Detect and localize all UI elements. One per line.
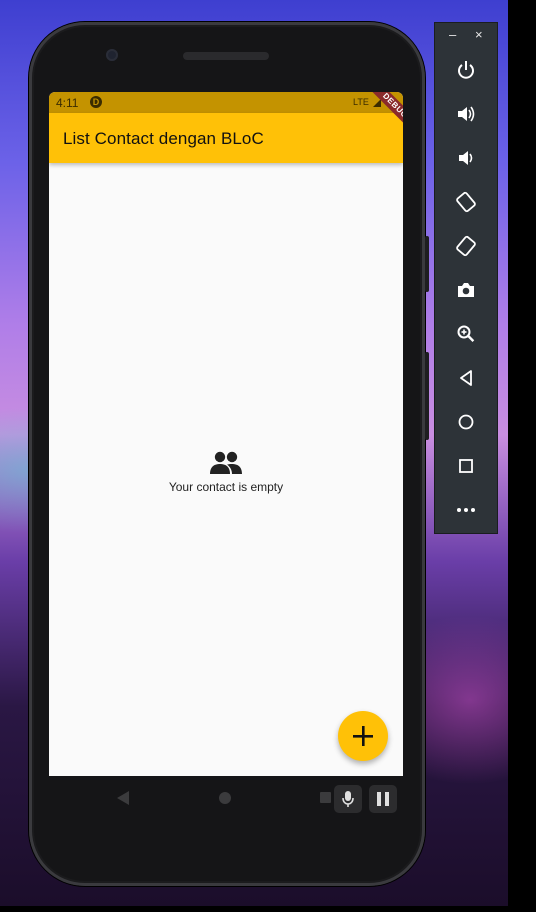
app-bar: List Contact dengan BLoC — [49, 113, 403, 163]
rotate-left-icon — [456, 191, 476, 213]
screenshot-button[interactable] — [451, 275, 481, 305]
side-button-volume — [425, 352, 429, 440]
camera-icon — [458, 283, 474, 297]
page-title: List Contact dengan BLoC — [63, 129, 264, 148]
rotate-right-button[interactable] — [451, 231, 481, 261]
empty-state-text: Your contact is empty — [168, 480, 284, 494]
rotate-left-button[interactable] — [451, 187, 481, 217]
people-icon — [210, 451, 242, 474]
overview-icon — [459, 459, 473, 473]
home-icon[interactable] — [219, 792, 231, 804]
back-icon[interactable] — [117, 791, 129, 805]
pause-icon — [377, 792, 389, 806]
microphone-icon — [342, 791, 354, 807]
more-icon — [457, 508, 475, 512]
desktop-edge — [508, 0, 536, 912]
phone-screen: 4:11 D LTE List Contact dengan BLoC DEBU… — [49, 92, 403, 776]
rotate-right-icon — [456, 235, 476, 257]
desktop-bottom-edge — [0, 906, 536, 912]
empty-state: Your contact is empty — [49, 450, 403, 494]
more-button[interactable] — [451, 495, 481, 525]
home-icon — [458, 414, 474, 430]
zoom-button[interactable] — [451, 319, 481, 349]
front-camera — [106, 49, 118, 61]
overview-button[interactable] — [451, 451, 481, 481]
microphone-button[interactable] — [334, 785, 362, 813]
back-button[interactable] — [451, 363, 481, 393]
recents-icon[interactable] — [320, 792, 331, 803]
home-button[interactable] — [451, 407, 481, 437]
power-button[interactable] — [451, 55, 481, 85]
app-notification-icon: D — [90, 96, 102, 108]
toolbar-window-controls: – × — [435, 23, 497, 49]
status-time: 4:11 — [56, 96, 79, 110]
status-bar: 4:11 D LTE — [49, 92, 403, 113]
minimize-button[interactable]: – — [449, 27, 456, 42]
earpiece-speaker — [183, 52, 269, 60]
power-icon — [458, 61, 474, 79]
add-icon — [353, 726, 373, 746]
volume-up-icon — [458, 106, 475, 122]
volume-down-icon — [459, 151, 473, 165]
close-button[interactable]: × — [475, 27, 483, 42]
pause-button[interactable] — [369, 785, 397, 813]
back-icon — [460, 370, 472, 386]
network-type: LTE — [353, 97, 369, 107]
zoom-icon — [457, 325, 475, 342]
side-button-top — [425, 236, 429, 292]
add-contact-button[interactable] — [338, 711, 388, 761]
volume-down-button[interactable] — [451, 143, 481, 173]
volume-up-button[interactable] — [451, 99, 481, 129]
emulator-toolbar: – × — [434, 22, 498, 534]
